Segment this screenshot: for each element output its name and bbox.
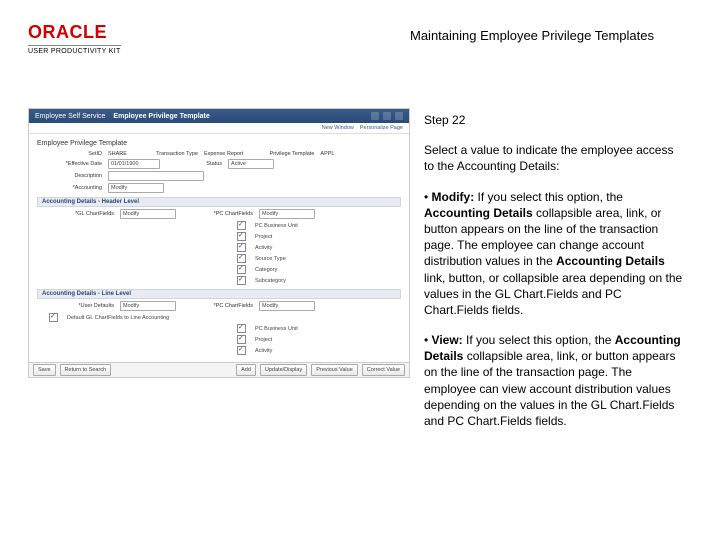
setid-value: SHARE bbox=[108, 151, 127, 157]
accounting-label: *Accounting bbox=[37, 185, 102, 191]
prev-button[interactable]: Previous Value bbox=[311, 364, 358, 376]
chk-category[interactable] bbox=[237, 265, 246, 274]
pc-label: *PC ChartFields bbox=[198, 211, 253, 217]
chk-subcategory[interactable] bbox=[237, 276, 246, 285]
template-value: APPL bbox=[320, 151, 334, 157]
app-topbar: Employee Self Service Employee Privilege… bbox=[29, 109, 409, 123]
doc-title: Maintaining Employee Privilege Templates bbox=[410, 28, 654, 43]
app-screenshot: Employee Self Service Employee Privilege… bbox=[28, 108, 410, 378]
update-button[interactable]: Update/Display bbox=[260, 364, 307, 376]
section-header-level: Accounting Details - Header Level bbox=[37, 197, 401, 207]
intro-text: Select a value to indicate the employee … bbox=[424, 142, 686, 174]
page-title: Employee Privilege Template bbox=[37, 140, 401, 147]
desc-label: Description bbox=[37, 173, 102, 179]
breadcrumb: Employee Self Service bbox=[35, 113, 105, 120]
return-button[interactable]: Return to Search bbox=[60, 364, 112, 376]
status-select[interactable]: Active bbox=[228, 159, 274, 169]
pc2-select[interactable]: Modify bbox=[259, 301, 315, 311]
gl-select[interactable]: Modify bbox=[120, 209, 176, 219]
signout-icon[interactable] bbox=[395, 112, 403, 120]
setid-label: SetID bbox=[37, 151, 102, 157]
chk-category-label: Category bbox=[255, 267, 277, 273]
template-label: Privilege Template bbox=[249, 151, 314, 157]
step-label: Step 22 bbox=[424, 112, 686, 128]
pc2-label: *PC ChartFields bbox=[198, 303, 253, 309]
link-new-window[interactable]: New Window bbox=[322, 125, 354, 131]
add-button[interactable]: Add bbox=[236, 364, 256, 376]
accounting-select[interactable]: Modify bbox=[108, 183, 164, 193]
chk-default-gl[interactable] bbox=[49, 313, 58, 322]
banner-title: Employee Privilege Template bbox=[113, 113, 209, 120]
option-view: • View: If you select this option, the A… bbox=[424, 332, 686, 429]
option-modify: • Modify: If you select this option, the… bbox=[424, 189, 686, 319]
gl-label: *GL ChartFields bbox=[49, 211, 114, 217]
instruction-panel: Step 22 Select a value to indicate the e… bbox=[424, 112, 686, 443]
correct-button[interactable]: Correct Value bbox=[362, 364, 405, 376]
desc-input[interactable] bbox=[108, 171, 204, 181]
save-button[interactable]: Save bbox=[33, 364, 56, 376]
logo-brand: ORACLE bbox=[28, 22, 121, 43]
txn-type-label: Transaction Type bbox=[133, 151, 198, 157]
logo-subtitle: USER PRODUCTIVITY KIT bbox=[28, 45, 121, 55]
chk-source[interactable] bbox=[237, 254, 246, 263]
chk2-activity[interactable] bbox=[237, 346, 246, 355]
usrdef-select[interactable]: Modify bbox=[120, 301, 176, 311]
chk-activity[interactable] bbox=[237, 243, 246, 252]
usrdef-label: *User Defaults bbox=[49, 303, 114, 309]
chk2-pc-bu[interactable] bbox=[237, 324, 246, 333]
pc-select[interactable]: Modify bbox=[259, 209, 315, 219]
chk-default-gl-label: Default GL ChartFields to Line Accountin… bbox=[67, 315, 169, 321]
chk-project[interactable] bbox=[237, 232, 246, 241]
chk2-project[interactable] bbox=[237, 335, 246, 344]
app-subbar: New Window Personalize Page bbox=[29, 123, 409, 134]
chk-subcategory-label: Subcategory bbox=[255, 278, 286, 284]
effdate-label: *Effective Date bbox=[37, 161, 102, 167]
chk-pc-bu-label: PC Business Unit bbox=[255, 223, 298, 229]
status-label: Status bbox=[192, 161, 222, 167]
button-bar: Save Return to Search Add Update/Display… bbox=[29, 362, 409, 377]
chk-source-label: Source Type bbox=[255, 256, 286, 262]
logo: ORACLE USER PRODUCTIVITY KIT bbox=[28, 22, 121, 55]
effdate-input[interactable]: 01/01/1900 bbox=[108, 159, 160, 169]
txn-type-value: Expense Report bbox=[204, 151, 243, 157]
link-personalize[interactable]: Personalize Page bbox=[360, 125, 403, 131]
nav-icon[interactable] bbox=[383, 112, 391, 120]
home-icon[interactable] bbox=[371, 112, 379, 120]
chk-pc-bu[interactable] bbox=[237, 221, 246, 230]
chk-activity-label: Activity bbox=[255, 245, 272, 251]
section-line-level: Accounting Details - Line Level bbox=[37, 289, 401, 299]
chk-project-label: Project bbox=[255, 234, 272, 240]
